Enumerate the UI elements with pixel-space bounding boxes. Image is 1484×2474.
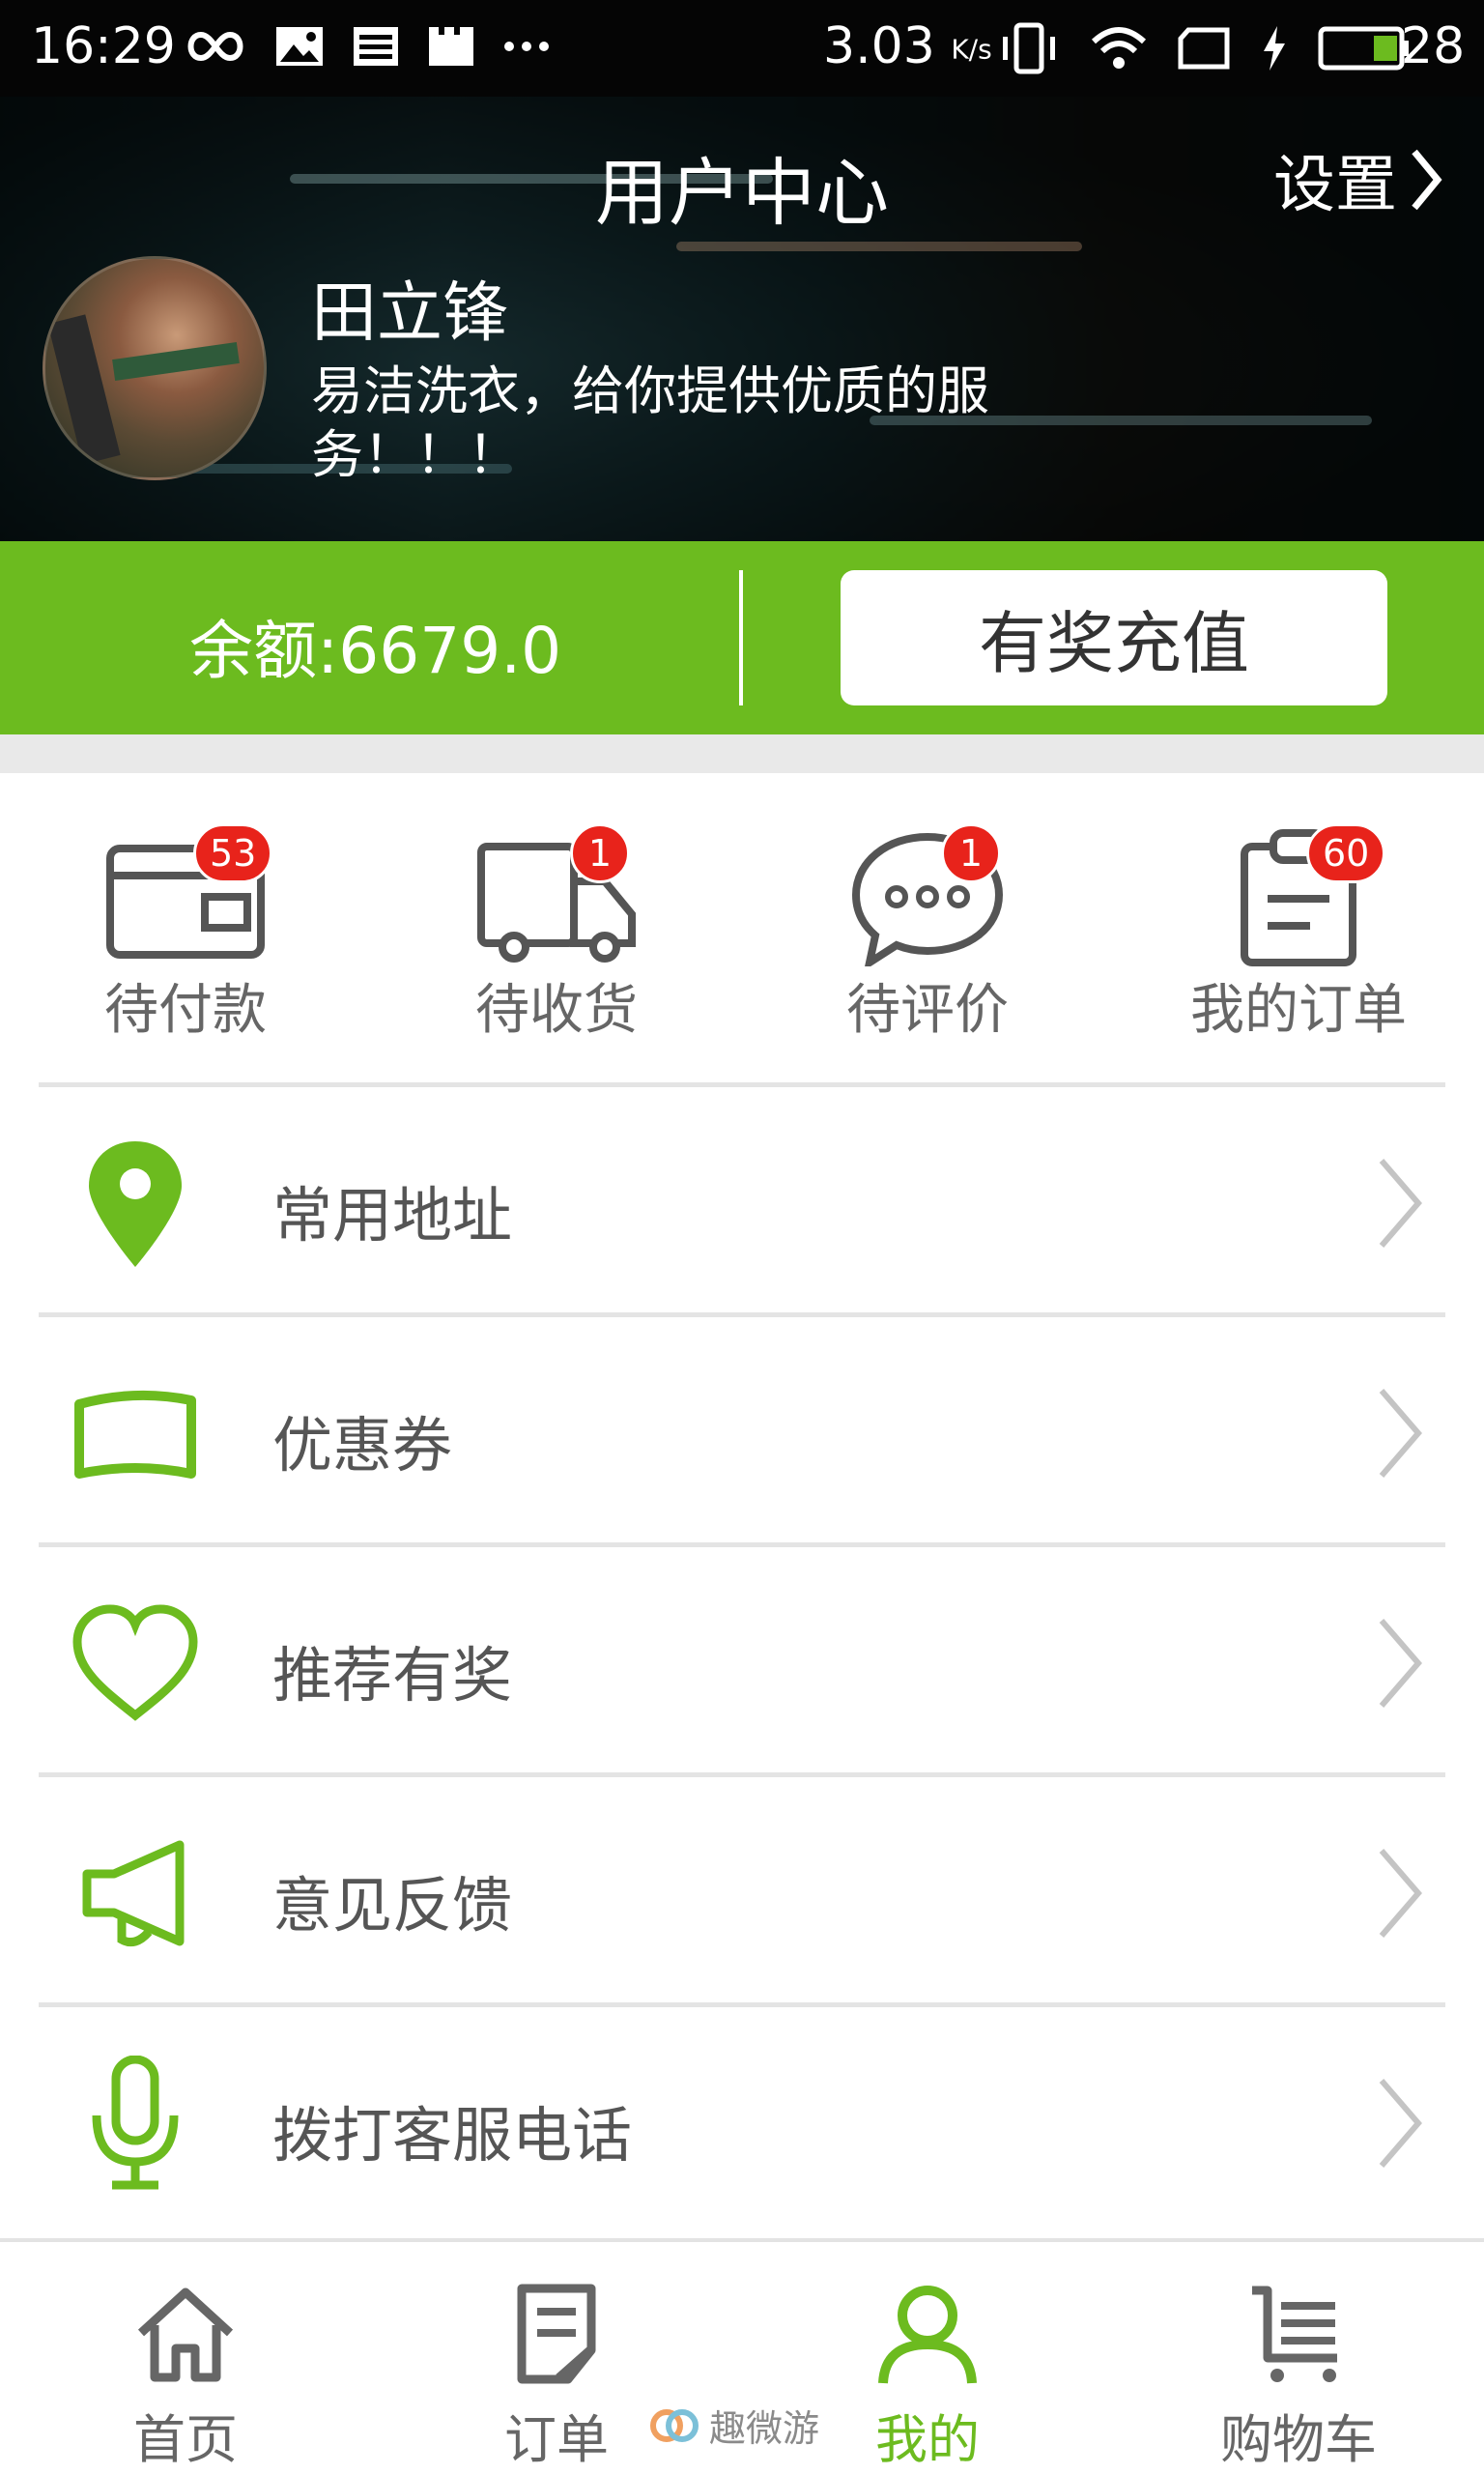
chevron-right-icon xyxy=(1379,2079,1422,2168)
order-label: 我的订单 xyxy=(1190,979,1407,1042)
divider xyxy=(739,570,743,705)
watermark: 趣微游 xyxy=(649,2399,819,2452)
charging-bolt-icon xyxy=(1264,26,1285,71)
menu-item-referral[interactable]: 推荐有奖 xyxy=(39,1547,1445,1777)
page-title: 用户中心 xyxy=(595,150,889,236)
status-system-icons xyxy=(997,21,1411,75)
order-doc-icon xyxy=(517,2284,596,2384)
order-pending-receipt[interactable]: 1 待收货 xyxy=(371,773,742,1063)
menu-item-coupon[interactable]: 优惠券 xyxy=(39,1317,1445,1547)
order-label: 待评价 xyxy=(846,979,1009,1042)
vibrate-icon xyxy=(1003,22,1055,74)
order-label: 待收货 xyxy=(475,979,638,1042)
balance-text: 余额:6679.0 xyxy=(189,614,562,688)
sim-icon xyxy=(1178,27,1230,70)
order-pending-payment[interactable]: 53 待付款 xyxy=(0,773,371,1063)
status-time: 16:29 xyxy=(31,17,176,75)
image-icon xyxy=(276,27,323,66)
menu-label: 拨打客服电话 xyxy=(272,2100,633,2171)
order-badge: 60 xyxy=(1306,823,1386,883)
balance-bar: 余额:6679.0 有奖充值 xyxy=(0,541,1484,734)
coupon-icon xyxy=(74,1390,196,1479)
status-notification-icons xyxy=(184,25,551,68)
watermark-logo xyxy=(650,2408,699,2442)
my-orders[interactable]: 60 我的订单 xyxy=(1113,773,1484,1063)
status-bar: 16:29 3.03 K/s 28 xyxy=(0,0,1484,97)
settings-label: 设置 xyxy=(1273,150,1397,221)
order-badge: 53 xyxy=(193,823,273,883)
home-icon xyxy=(137,2287,234,2382)
chevron-right-icon xyxy=(1412,149,1442,211)
chevron-right-icon xyxy=(1379,1619,1422,1708)
user-motto: 易洁洗衣，给你提供优质的服务！！！ xyxy=(311,360,989,485)
tab-label: 购物车 xyxy=(1220,2409,1377,2470)
megaphone-icon xyxy=(82,1840,185,1947)
avatar-detail xyxy=(112,342,240,381)
menu-label: 优惠券 xyxy=(272,1410,453,1481)
order-pending-review[interactable]: 1 待评价 xyxy=(742,773,1113,1063)
menu-item-address[interactable]: 常用地址 xyxy=(39,1087,1445,1317)
battery-level: 28 xyxy=(1401,17,1466,75)
menu-item-call-service[interactable]: 拨打客服电话 xyxy=(39,2007,1445,2237)
chevron-right-icon xyxy=(1379,1849,1422,1938)
avatar[interactable] xyxy=(43,256,267,480)
heart-icon xyxy=(72,1604,198,1721)
section-gap xyxy=(0,734,1484,773)
order-badge: 1 xyxy=(941,823,1001,883)
chevron-right-icon xyxy=(1379,1159,1422,1248)
user-icon xyxy=(878,2286,977,2384)
more-dots-icon xyxy=(504,42,549,51)
bg-streak xyxy=(676,242,1082,251)
cart-icon xyxy=(1252,2286,1337,2382)
avatar-detail xyxy=(47,314,121,465)
settings-button[interactable]: 设置 xyxy=(1273,135,1445,224)
speed-unit: K/s xyxy=(951,33,992,66)
user-name: 田立锋 xyxy=(311,275,509,352)
network-speed: 3.03 K/s xyxy=(823,17,992,75)
profile-header: 用户中心 设置 田立锋 易洁洗衣，给你提供优质的服务！！！ xyxy=(0,97,1484,541)
chevron-right-icon xyxy=(1379,1389,1422,1478)
menu-label: 推荐有奖 xyxy=(272,1640,513,1711)
recharge-button[interactable]: 有奖充值 xyxy=(841,570,1387,705)
speed-value: 3.03 xyxy=(823,17,935,75)
microphone-icon xyxy=(92,2056,179,2190)
news-icon xyxy=(354,27,398,66)
menu-label: 意见反馈 xyxy=(272,1870,513,1941)
tab-cart[interactable]: 购物车 xyxy=(1113,2242,1484,2474)
tab-home[interactable]: 首页 xyxy=(0,2242,371,2474)
tab-label: 首页 xyxy=(133,2409,238,2470)
infinity-icon xyxy=(187,31,243,62)
wifi-icon xyxy=(1091,27,1147,69)
watermark-text: 趣微游 xyxy=(709,2407,820,2450)
order-label: 待付款 xyxy=(104,979,267,1042)
order-badge: 1 xyxy=(570,823,630,883)
menu-label: 常用地址 xyxy=(272,1180,513,1251)
battery-icon xyxy=(1318,26,1409,71)
location-pin-icon xyxy=(89,1141,182,1267)
menu-item-feedback[interactable]: 意见反馈 xyxy=(39,1777,1445,2007)
clapper-icon xyxy=(429,27,473,66)
order-shortcuts: 53 待付款 1 待收货 1 待评价 60 我的订单 xyxy=(0,773,1484,1082)
